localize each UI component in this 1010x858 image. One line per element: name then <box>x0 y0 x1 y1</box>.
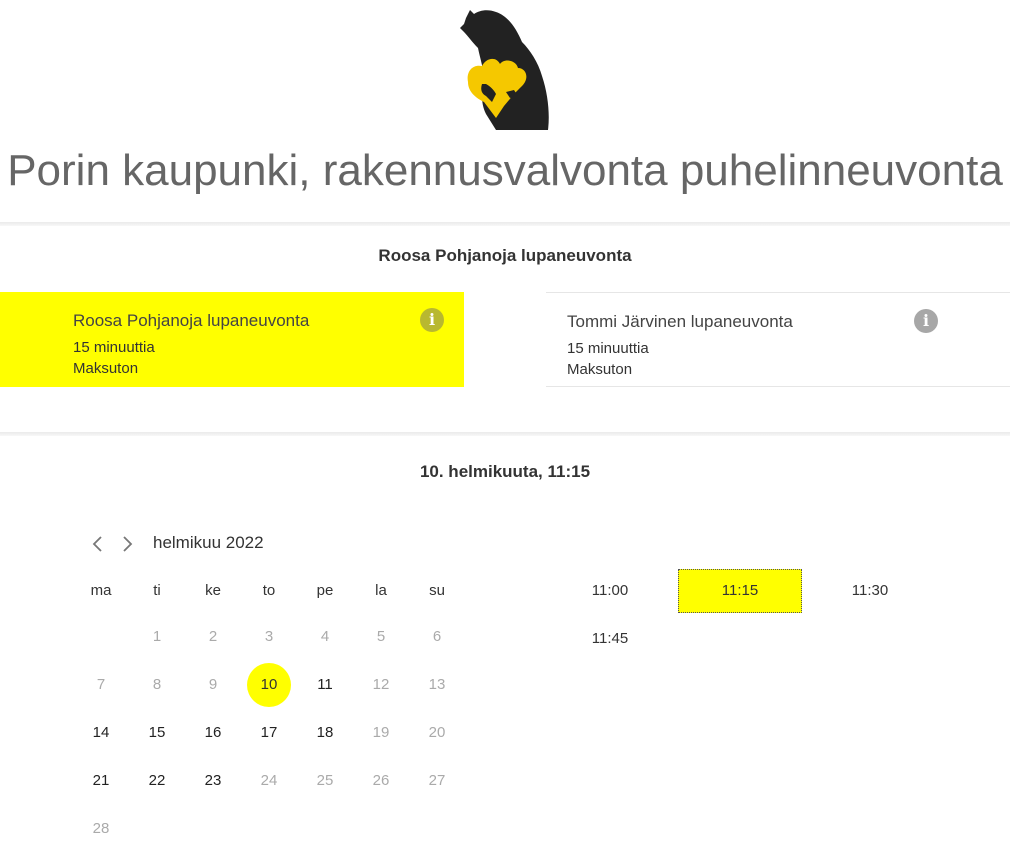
weekday-label: su <box>429 582 445 599</box>
calendar-day: 12 <box>372 676 390 693</box>
weekday-label: pe <box>316 582 334 599</box>
section-divider <box>0 432 1010 436</box>
calendar-day[interactable]: 14 <box>79 711 123 755</box>
chevron-left-icon[interactable] <box>90 532 108 556</box>
weekday-label: ke <box>205 582 221 599</box>
info-icon[interactable]: i <box>420 308 444 332</box>
service-card-roosa[interactable]: Roosa Pohjanoja lupaneuvonta 15 minuutti… <box>0 292 464 387</box>
calendar-day: 26 <box>372 772 390 789</box>
calendar-day: 5 <box>376 628 386 645</box>
calendar-day: 4 <box>320 628 330 645</box>
weekday-label: la <box>375 582 387 599</box>
service-card-tommi[interactable]: Tommi Järvinen lupaneuvonta 15 minuuttia… <box>546 292 1010 387</box>
selected-datetime-heading: 10. helmikuuta, 11:15 <box>419 462 591 481</box>
info-icon[interactable]: i <box>914 309 938 333</box>
calendar-day[interactable]: 18 <box>303 711 347 755</box>
service-name: Tommi Järvinen lupaneuvonta <box>567 312 793 331</box>
calendar-day: 7 <box>96 676 106 693</box>
page-title: Porin kaupunki, rakennusvalvonta puhelin… <box>7 146 1003 195</box>
service-section-heading: Roosa Pohjanoja lupaneuvonta <box>378 246 632 265</box>
calendar-day: 13 <box>428 676 446 693</box>
calendar-day[interactable]: 17 <box>247 711 291 755</box>
calendar-day[interactable]: 23 <box>191 759 235 803</box>
time-slot-selected[interactable]: 11:15 <box>678 569 802 613</box>
calendar-day: 20 <box>428 724 446 741</box>
weekday-label: ti <box>153 582 161 599</box>
time-slot[interactable]: 11:30 <box>808 569 932 613</box>
calendar-day-selected[interactable]: 10 <box>247 663 291 707</box>
service-duration: 15 minuuttia <box>567 340 649 357</box>
calendar-day: 1 <box>152 628 162 645</box>
service-name: Roosa Pohjanoja lupaneuvonta <box>73 311 310 330</box>
time-slot[interactable]: 11:00 <box>548 569 672 613</box>
calendar-day: 27 <box>428 772 446 789</box>
bear-heart-logo <box>460 10 549 130</box>
month-label: helmikuu 2022 <box>153 533 264 552</box>
section-divider <box>0 222 1010 226</box>
calendar-day[interactable]: 21 <box>79 759 123 803</box>
time-slot[interactable]: 11:45 <box>548 617 672 661</box>
service-price: Maksuton <box>567 361 633 378</box>
calendar-day: 19 <box>372 724 390 741</box>
calendar-day: 24 <box>260 772 278 789</box>
service-duration: 15 minuuttia <box>73 339 155 356</box>
calendar-day: 8 <box>152 676 162 693</box>
calendar-day[interactable]: 22 <box>135 759 179 803</box>
chevron-right-icon[interactable] <box>121 532 139 556</box>
calendar-day: 6 <box>432 628 442 645</box>
weekday-label: ma <box>90 582 112 599</box>
calendar-day[interactable]: 16 <box>191 711 235 755</box>
calendar-day: 25 <box>316 772 334 789</box>
calendar-day: 3 <box>264 628 274 645</box>
calendar-day: 28 <box>92 820 110 837</box>
calendar-day: 9 <box>208 676 218 693</box>
calendar-day: 2 <box>208 628 218 645</box>
weekday-label: to <box>262 582 276 599</box>
calendar-day[interactable]: 11 <box>303 663 347 707</box>
service-price: Maksuton <box>73 360 139 377</box>
calendar-day[interactable]: 15 <box>135 711 179 755</box>
